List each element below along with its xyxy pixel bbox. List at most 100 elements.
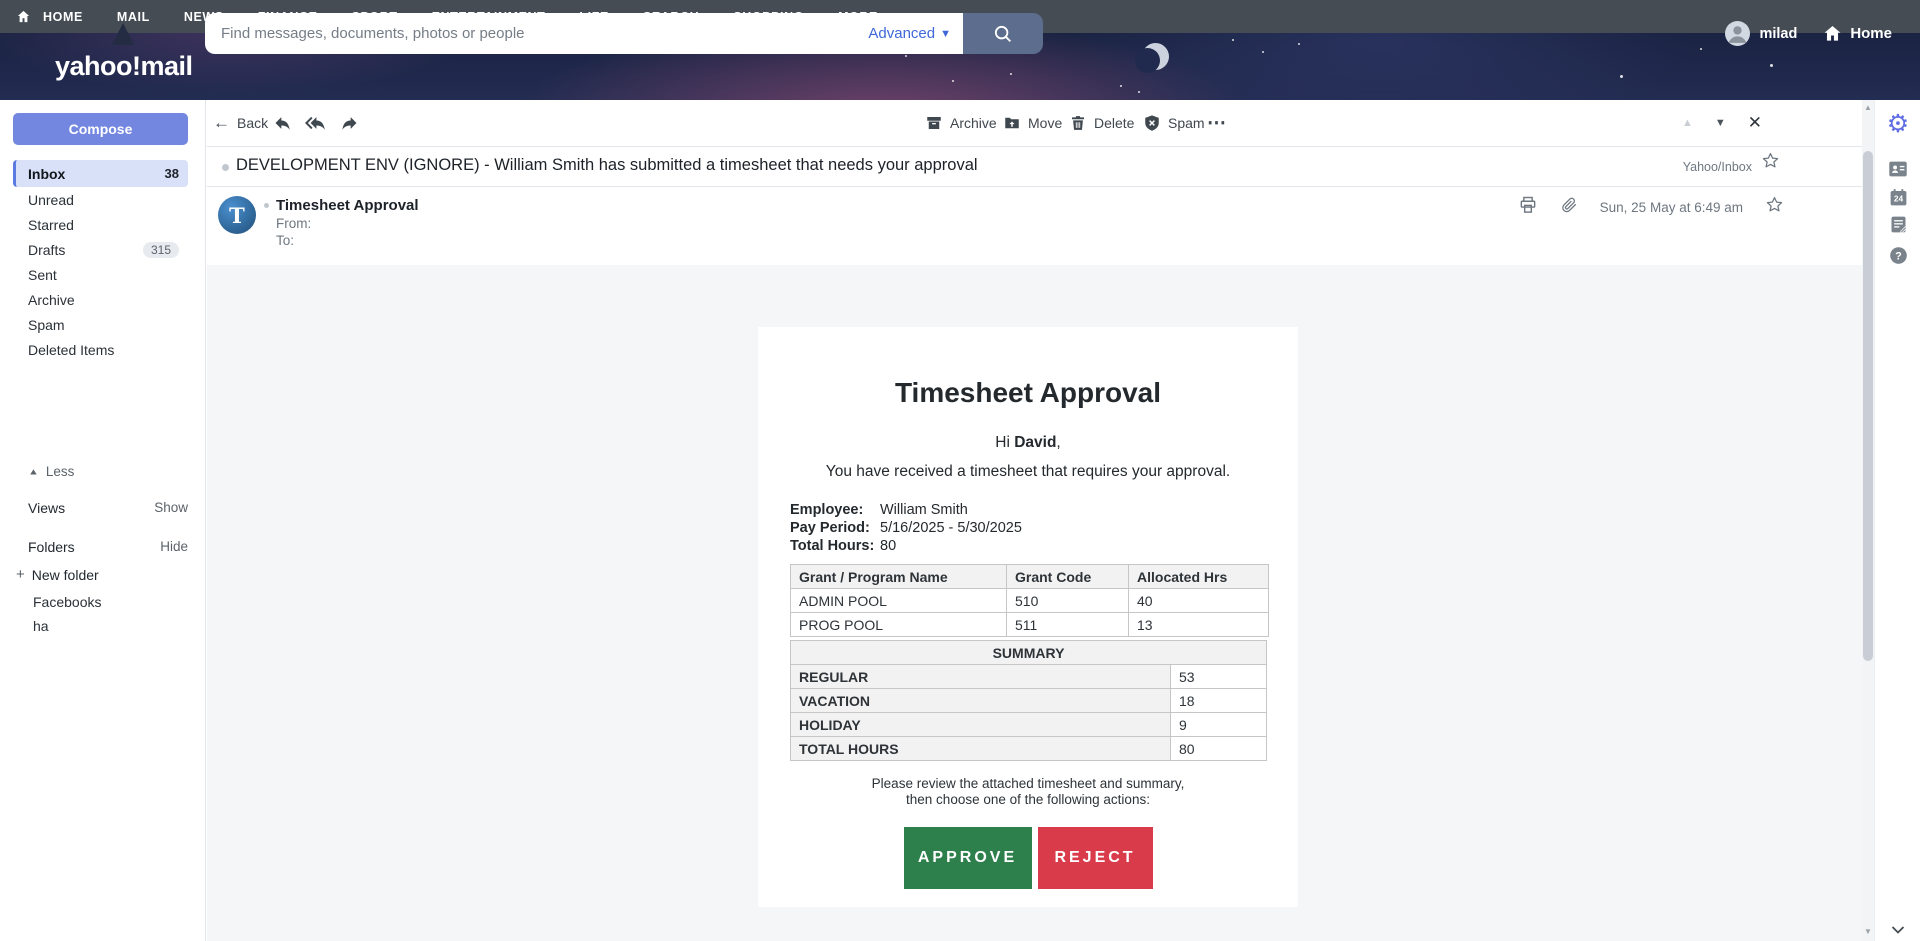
spam-shield-icon bbox=[1143, 114, 1161, 132]
sidebar-item-drafts[interactable]: Drafts315 bbox=[13, 237, 188, 262]
notes-button[interactable] bbox=[1886, 212, 1910, 236]
summary-value: 18 bbox=[1171, 689, 1267, 713]
less-button[interactable]: ▲ Less bbox=[28, 464, 74, 479]
grant-cell: 13 bbox=[1129, 613, 1269, 637]
message-star-icon[interactable] bbox=[1765, 195, 1784, 219]
sidebar-item-label: Spam bbox=[28, 317, 179, 333]
email-card: Timesheet Approval Hi David, You have re… bbox=[758, 327, 1298, 907]
views-label: Views bbox=[28, 500, 65, 516]
custom-folder-facebooks[interactable]: Facebooks bbox=[33, 590, 183, 614]
right-icon-rail: ⚙ 24 ? bbox=[1874, 100, 1920, 941]
approve-button[interactable]: APPROVE bbox=[904, 827, 1032, 889]
read-indicator-dot[interactable] bbox=[222, 164, 229, 171]
more-actions-button[interactable]: ⋯ bbox=[1207, 100, 1226, 146]
unread-count: 38 bbox=[165, 166, 179, 181]
folders-label: Folders bbox=[28, 539, 75, 555]
search-input[interactable] bbox=[205, 13, 963, 54]
presence-dot bbox=[264, 203, 269, 208]
summary-value: 9 bbox=[1171, 713, 1267, 737]
trash-icon bbox=[1069, 114, 1087, 132]
calendar-button[interactable]: 24 bbox=[1886, 185, 1910, 209]
close-message-button[interactable]: ✕ bbox=[1748, 113, 1762, 133]
to-label: To: bbox=[276, 233, 294, 248]
subject-star-icon[interactable] bbox=[1761, 151, 1780, 175]
user-area: milad Home bbox=[1725, 0, 1892, 67]
info-label: Total Hours: bbox=[790, 537, 880, 555]
topnav-item-mail[interactable]: MAIL bbox=[117, 10, 150, 24]
sidebar-item-label: Inbox bbox=[28, 166, 165, 182]
message-header-actions: Sun, 25 May at 6:49 am bbox=[1518, 193, 1862, 221]
custom-folder-ha[interactable]: ha bbox=[33, 614, 183, 638]
sidebar-item-sent[interactable]: Sent bbox=[13, 262, 188, 287]
sidebar-item-archive[interactable]: Archive bbox=[13, 287, 188, 312]
grant-row: ADMIN POOL51040 bbox=[791, 589, 1269, 613]
svg-text:24: 24 bbox=[1893, 193, 1903, 203]
email-outro: Please review the attached timesheet and… bbox=[758, 776, 1298, 808]
sidebar-item-deleteditems[interactable]: Deleted Items bbox=[13, 337, 188, 362]
grant-col-header: Allocated Hrs bbox=[1129, 565, 1269, 589]
plus-icon: + bbox=[16, 566, 25, 583]
search-bar: Advanced ▼ bbox=[205, 13, 1043, 54]
summary-row: REGULAR53 bbox=[791, 665, 1267, 689]
scrollbar-down-arrow[interactable]: ▼ bbox=[1864, 927, 1872, 936]
sidebar-item-unread[interactable]: Unread bbox=[13, 187, 188, 212]
pane-scrollbar-thumb[interactable] bbox=[1863, 151, 1873, 661]
help-icon: ? bbox=[1888, 245, 1909, 266]
reply-all-icon bbox=[305, 113, 327, 133]
sidebar-item-spam[interactable]: Spam bbox=[13, 312, 188, 337]
contacts-button[interactable] bbox=[1886, 157, 1910, 181]
chevron-down-icon: ▼ bbox=[940, 28, 951, 40]
topnav-item-home[interactable]: HOME bbox=[43, 10, 83, 24]
forward-button[interactable] bbox=[339, 100, 359, 146]
spam-button[interactable]: Spam bbox=[1143, 100, 1205, 146]
print-button[interactable] bbox=[1518, 195, 1538, 220]
reject-button[interactable]: REJECT bbox=[1038, 827, 1153, 889]
sidebar-item-label: Archive bbox=[28, 292, 179, 308]
sender-name[interactable]: Timesheet Approval bbox=[276, 197, 419, 214]
user-name: milad bbox=[1759, 26, 1797, 42]
subject-row: DEVELOPMENT ENV (IGNORE) - William Smith… bbox=[207, 147, 1862, 186]
home-button[interactable]: Home bbox=[1823, 24, 1892, 43]
delete-button[interactable]: Delete bbox=[1069, 100, 1134, 146]
search-button[interactable] bbox=[963, 13, 1043, 54]
folders-hide-button[interactable]: Hide bbox=[160, 539, 188, 555]
home-icon bbox=[1823, 24, 1842, 43]
grant-cell: 40 bbox=[1129, 589, 1269, 613]
message-nav-controls: ▲ ▼ ✕ bbox=[1682, 100, 1762, 146]
sidebar-item-starred[interactable]: Starred bbox=[13, 212, 188, 237]
back-arrow-icon: ← bbox=[213, 113, 230, 133]
rail-scroll-down-button[interactable] bbox=[1891, 922, 1905, 940]
reply-button[interactable] bbox=[273, 100, 293, 146]
views-show-button[interactable]: Show bbox=[154, 500, 188, 516]
star-decoration bbox=[1262, 51, 1264, 53]
new-folder-button[interactable]: + New folder bbox=[16, 566, 99, 583]
scrollbar-up-arrow[interactable]: ▲ bbox=[1864, 103, 1872, 112]
grant-cell: PROG POOL bbox=[791, 613, 1007, 637]
folder-tag[interactable]: Yahoo/Inbox bbox=[1683, 160, 1752, 174]
reply-all-button[interactable] bbox=[305, 100, 327, 146]
profile-button[interactable]: milad bbox=[1725, 21, 1797, 46]
settings-button[interactable]: ⚙ bbox=[1886, 112, 1910, 136]
next-message-button[interactable]: ▼ bbox=[1715, 117, 1726, 129]
back-button[interactable]: ← Back bbox=[213, 100, 268, 146]
yahoo-mail-logo[interactable]: yahoo!mail bbox=[55, 51, 193, 82]
attachment-icon[interactable] bbox=[1560, 196, 1578, 219]
summary-row: HOLIDAY9 bbox=[791, 713, 1267, 737]
email-title: Timesheet Approval bbox=[758, 377, 1298, 409]
info-label: Employee: bbox=[790, 501, 880, 519]
help-button[interactable]: ? bbox=[1886, 243, 1910, 267]
archive-button[interactable]: Archive bbox=[925, 100, 997, 146]
previous-message-button[interactable]: ▲ bbox=[1682, 117, 1693, 129]
info-label: Pay Period: bbox=[790, 519, 880, 537]
compose-button[interactable]: Compose bbox=[13, 113, 188, 145]
summary-table: SUMMARYREGULAR53VACATION18HOLIDAY9TOTAL … bbox=[790, 640, 1267, 761]
move-button[interactable]: Move bbox=[1003, 100, 1062, 146]
sidebar-item-inbox[interactable]: Inbox38 bbox=[13, 160, 188, 187]
advanced-search-button[interactable]: Advanced ▼ bbox=[868, 13, 951, 54]
user-avatar bbox=[1725, 21, 1750, 46]
star-decoration bbox=[1298, 43, 1300, 45]
summary-row: TOTAL HOURS80 bbox=[791, 737, 1267, 761]
sender-avatar: T bbox=[218, 196, 256, 234]
nav-home-icon[interactable] bbox=[16, 9, 31, 24]
timesheet-info: Employee:William SmithPay Period:5/16/20… bbox=[790, 501, 1298, 555]
